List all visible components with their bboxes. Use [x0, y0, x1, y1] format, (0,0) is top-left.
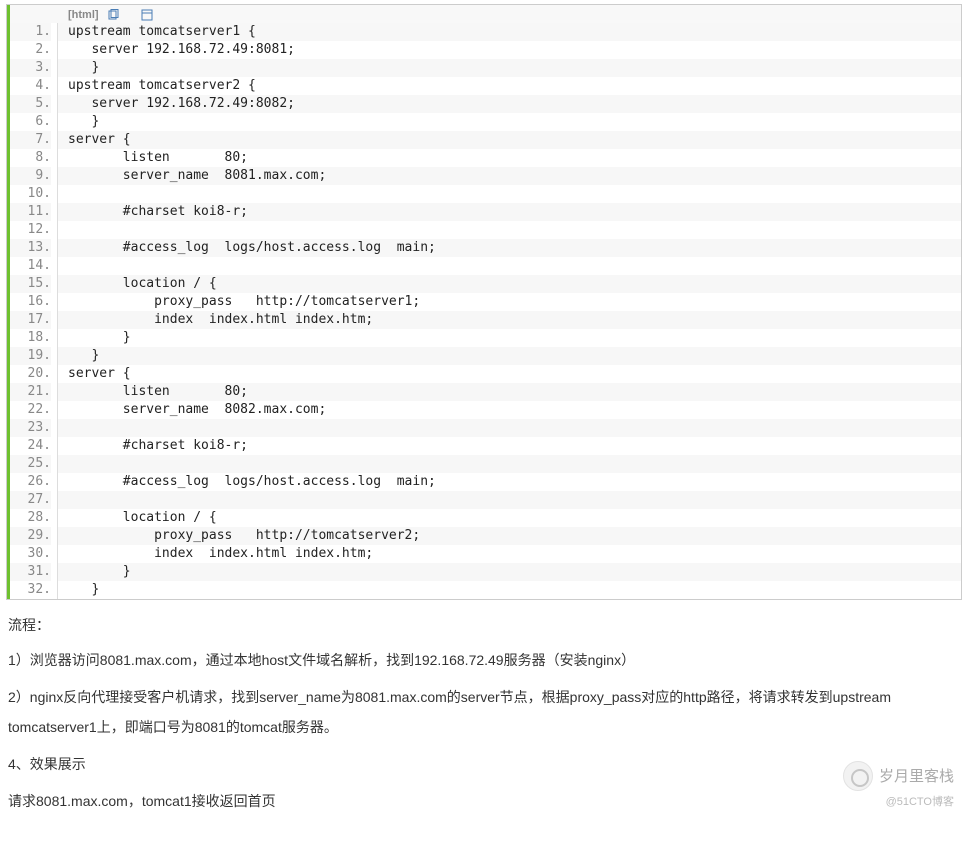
code-line: upstream tomcatserver2 { — [58, 77, 961, 95]
line-number: 30. — [10, 545, 51, 563]
code-line: server_name 8081.max.com; — [58, 167, 961, 185]
code-line — [58, 185, 961, 203]
code-line: proxy_pass http://tomcatserver2; — [58, 527, 961, 545]
line-number: 7. — [10, 131, 51, 149]
code-line: server_name 8082.max.com; — [58, 401, 961, 419]
code-line: } — [58, 59, 961, 77]
code-line: listen 80; — [58, 149, 961, 167]
code-line: } — [58, 329, 961, 347]
code-line: #charset koi8-r; — [58, 203, 961, 221]
line-number: 12. — [10, 221, 51, 239]
code-line: upstream tomcatserver1 { — [58, 23, 961, 41]
code-line: } — [58, 581, 961, 599]
line-number: 25. — [10, 455, 51, 473]
line-number: 29. — [10, 527, 51, 545]
watermark-sub: @51CTO博客 — [886, 793, 954, 809]
code-header: [html] — [7, 5, 961, 23]
line-number: 20. — [10, 365, 51, 383]
code-line: #charset koi8-r; — [58, 437, 961, 455]
line-number: 17. — [10, 311, 51, 329]
line-number: 32. — [10, 581, 51, 599]
line-number: 15. — [10, 275, 51, 293]
watermark: 岁月里客栈 — [843, 761, 954, 791]
code-line: index index.html index.htm; — [58, 545, 961, 563]
paragraph: 1）浏览器访问8081.max.com，通过本地host文件域名解析，找到192… — [8, 645, 960, 676]
line-number: 26. — [10, 473, 51, 491]
wechat-icon — [843, 761, 873, 791]
line-number: 9. — [10, 167, 51, 185]
line-number: 21. — [10, 383, 51, 401]
code-line: } — [58, 113, 961, 131]
code-line: server 192.168.72.49:8082; — [58, 95, 961, 113]
line-number: 5. — [10, 95, 51, 113]
code-line: #access_log logs/host.access.log main; — [58, 473, 961, 491]
code-line: server 192.168.72.49:8081; — [58, 41, 961, 59]
line-gutter: 1.2.3.4.5.6.7.8.9.10.11.12.13.14.15.16.1… — [10, 23, 58, 599]
code-line — [58, 455, 961, 473]
code-line: location / { — [58, 275, 961, 293]
language-label: [html] — [68, 9, 99, 21]
code-line — [58, 257, 961, 275]
code-line: index index.html index.htm; — [58, 311, 961, 329]
code-body: 1.2.3.4.5.6.7.8.9.10.11.12.13.14.15.16.1… — [7, 23, 961, 599]
line-number: 19. — [10, 347, 51, 365]
line-number: 27. — [10, 491, 51, 509]
line-number: 2. — [10, 41, 51, 59]
copy-icon[interactable] — [107, 9, 119, 21]
line-number: 16. — [10, 293, 51, 311]
code-line: listen 80; — [58, 383, 961, 401]
code-line — [58, 419, 961, 437]
code-line: server { — [58, 365, 961, 383]
line-number: 10. — [10, 185, 51, 203]
code-line: } — [58, 347, 961, 365]
line-number: 4. — [10, 77, 51, 95]
paragraph: 2）nginx反向代理接受客户机请求，找到server_name为8081.ma… — [8, 682, 960, 744]
line-number: 28. — [10, 509, 51, 527]
code-lines[interactable]: upstream tomcatserver1 { server 192.168.… — [58, 23, 961, 599]
view-icon[interactable] — [141, 9, 153, 21]
watermark-brand: 岁月里客栈 — [879, 765, 954, 786]
paragraph: 流程： — [8, 610, 960, 641]
code-line: } — [58, 563, 961, 581]
line-number: 13. — [10, 239, 51, 257]
line-number: 23. — [10, 419, 51, 437]
code-line — [58, 221, 961, 239]
line-number: 6. — [10, 113, 51, 131]
line-number: 8. — [10, 149, 51, 167]
article-text: 流程： 1）浏览器访问8081.max.com，通过本地host文件域名解析，找… — [0, 600, 968, 817]
line-number: 14. — [10, 257, 51, 275]
code-line: proxy_pass http://tomcatserver1; — [58, 293, 961, 311]
line-number: 11. — [10, 203, 51, 221]
code-line: #access_log logs/host.access.log main; — [58, 239, 961, 257]
line-number: 1. — [10, 23, 51, 41]
code-line: server { — [58, 131, 961, 149]
paragraph: 请求8081.max.com，tomcat1接收返回首页 — [8, 786, 960, 817]
line-number: 18. — [10, 329, 51, 347]
paragraph: 4、效果展示 — [8, 749, 960, 780]
line-number: 24. — [10, 437, 51, 455]
code-line — [58, 491, 961, 509]
line-number: 22. — [10, 401, 51, 419]
code-line: location / { — [58, 509, 961, 527]
code-block: [html] 1.2.3.4.5.6.7.8.9.10.11.12.13.14.… — [6, 4, 962, 600]
line-number: 31. — [10, 563, 51, 581]
line-number: 3. — [10, 59, 51, 77]
